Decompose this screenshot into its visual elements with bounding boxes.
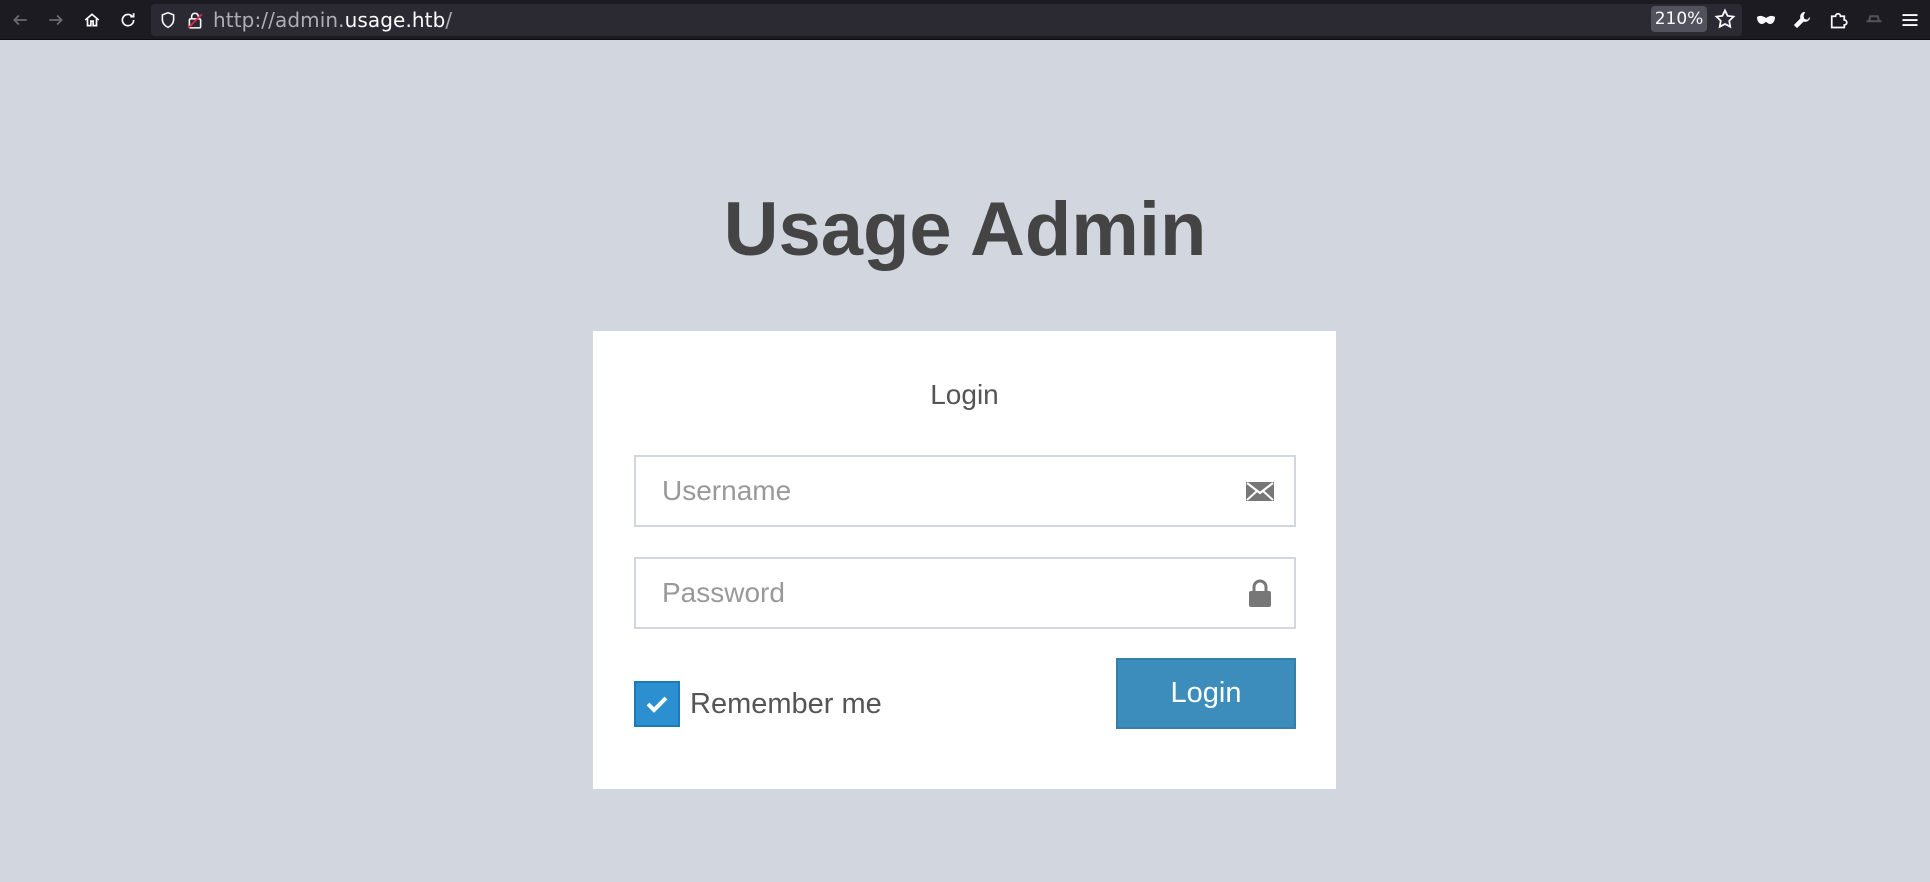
reload-button[interactable] [110, 0, 146, 40]
shield-icon[interactable] [159, 11, 177, 29]
arrow-right-icon [49, 14, 63, 25]
incognito-icon [1866, 15, 1882, 23]
browser-toolbar: http://admin.usage.htb/ 210% [0, 0, 1930, 40]
bookmark-star-icon[interactable] [1714, 8, 1736, 30]
username-field[interactable] [634, 455, 1296, 527]
remember-me-label: Remember me [690, 687, 882, 720]
back-button[interactable] [2, 0, 38, 40]
extensions-button[interactable] [1822, 4, 1854, 36]
remember-me-toggle[interactable]: Remember me [634, 681, 882, 727]
login-heading: Login [930, 379, 999, 410]
remember-me-checkbox[interactable] [634, 681, 680, 727]
envelope-icon [1246, 482, 1274, 501]
private-mask-button[interactable] [1750, 4, 1782, 36]
arrow-left-icon [13, 14, 27, 25]
url-text: http://admin.usage.htb/ [213, 8, 452, 32]
hamburger-menu-icon [1902, 14, 1918, 26]
password-field[interactable] [634, 557, 1296, 629]
address-bar[interactable]: http://admin.usage.htb/ [151, 4, 1742, 36]
url-host: usage.htb [344, 8, 446, 32]
password-input[interactable] [636, 559, 1294, 627]
zoom-level-button[interactable]: 210% [1651, 6, 1707, 32]
menu-button[interactable] [1894, 4, 1926, 36]
insecure-lock-icon[interactable] [187, 11, 203, 29]
puzzle-icon [1830, 12, 1848, 29]
url-suffix: / [445, 8, 453, 32]
checkmark-icon [646, 696, 668, 713]
mask-icon [1757, 15, 1775, 24]
home-icon [84, 12, 100, 26]
account-button[interactable] [1858, 4, 1890, 36]
login-button[interactable]: Login [1116, 658, 1296, 729]
username-input[interactable] [636, 457, 1294, 525]
lock-icon [1249, 579, 1271, 607]
forward-button[interactable] [38, 0, 74, 40]
wrench-icon [1793, 11, 1811, 29]
home-button[interactable] [74, 0, 110, 40]
devtools-button[interactable] [1786, 4, 1818, 36]
login-card: Login Remember me Login [593, 331, 1336, 789]
url-scheme: http://admin. [213, 8, 345, 32]
page-title: Usage Admin [723, 187, 1207, 272]
reload-icon [121, 12, 135, 26]
